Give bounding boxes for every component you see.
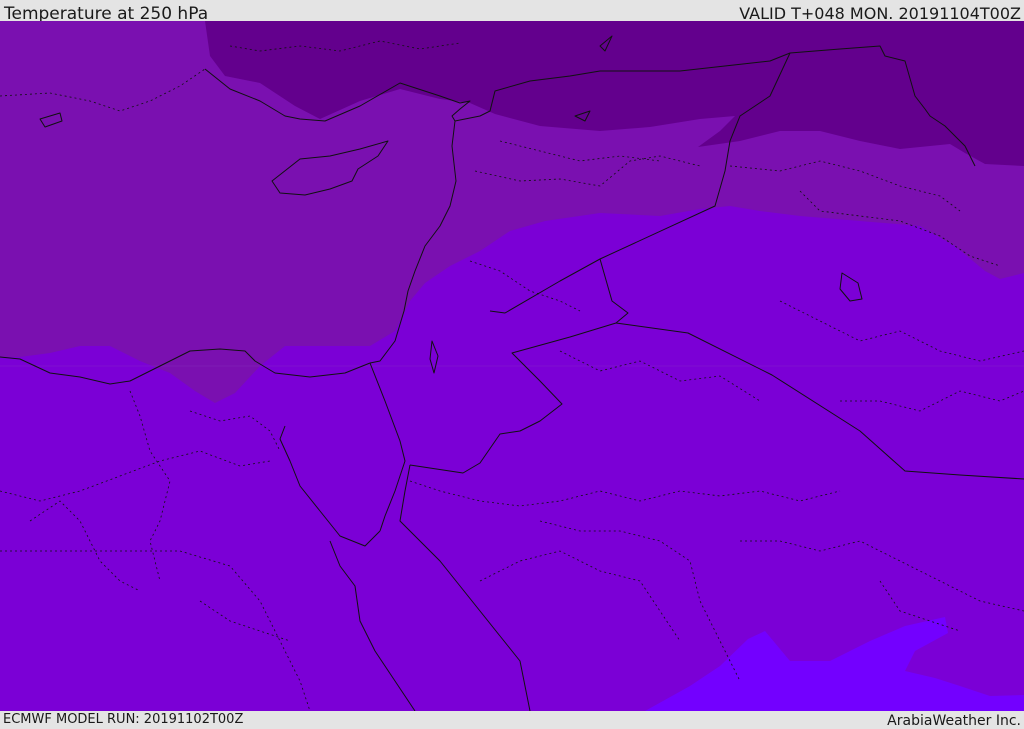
temperature-map	[0, 21, 1024, 711]
header-bar: Temperature at 250 hPa VALID T+048 MON. …	[0, 0, 1024, 24]
footer-bar: ECMWF MODEL RUN: 20191102T00Z ArabiaWeat…	[0, 711, 1024, 729]
credit-label: ArabiaWeather Inc.	[887, 713, 1021, 729]
model-run-label: ECMWF MODEL RUN: 20191102T00Z	[3, 712, 244, 727]
